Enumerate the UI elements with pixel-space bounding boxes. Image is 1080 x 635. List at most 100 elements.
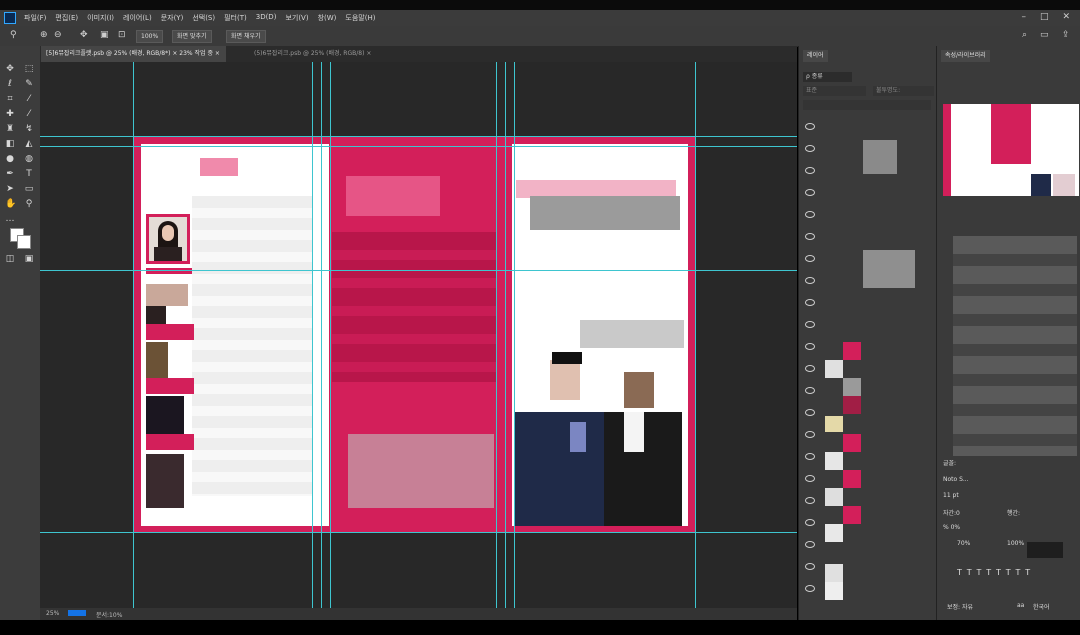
fill-screen-button[interactable]: 화면 채우기 [226, 30, 266, 43]
dodge-tool-icon[interactable]: ◍ [24, 154, 34, 164]
guide-vertical-6[interactable] [505, 62, 506, 608]
layer-visibility-icon[interactable] [805, 453, 815, 460]
language-select[interactable]: 한국어 [1033, 602, 1050, 611]
guide-horizontal-1[interactable] [40, 136, 797, 137]
font-size[interactable]: 11 pt [943, 492, 959, 499]
layer-visibility-icon[interactable] [805, 365, 815, 372]
layer-visibility-icon[interactable] [805, 497, 815, 504]
layer-visibility-icon[interactable] [805, 541, 815, 548]
close-button[interactable]: ✕ [1062, 12, 1070, 22]
opacity-field[interactable]: 불투명도: [873, 86, 934, 96]
tracking-field[interactable]: 자간:0 [943, 508, 960, 517]
eyedropper-icon[interactable]: ⁄ [24, 94, 34, 104]
guide-vertical-8[interactable] [695, 62, 696, 608]
layer-visibility-icon[interactable] [805, 145, 815, 152]
zoom-tool-icon[interactable]: ⚲ [10, 30, 17, 40]
quick-mask-icon[interactable]: ◫ [5, 254, 15, 264]
type-tool-icon[interactable]: T [24, 169, 34, 179]
menu-type[interactable]: 문자(Y) [161, 13, 184, 23]
baseline-field[interactable]: % 0% [943, 524, 960, 531]
healing-tool-icon[interactable]: ✚ [5, 109, 15, 119]
resize-windows-icon[interactable]: ✥ [80, 30, 88, 40]
stamp-tool-icon[interactable]: ♜ [5, 124, 15, 134]
properties-panel-tab[interactable]: 속성/라이브러리 [941, 50, 990, 62]
guide-vertical-3[interactable] [321, 62, 322, 608]
color-swatch[interactable] [1027, 542, 1063, 558]
guide-vertical-2[interactable] [312, 62, 313, 608]
layer-visibility-icon[interactable] [805, 431, 815, 438]
screen-mode-icon[interactable]: ▣ [24, 254, 34, 264]
more-tools-icon[interactable]: … [5, 214, 15, 224]
menu-filter[interactable]: 필터(T) [224, 13, 247, 23]
layer-visibility-icon[interactable] [805, 563, 815, 570]
layer-visibility-icon[interactable] [805, 277, 815, 284]
guide-vertical-7[interactable] [514, 62, 515, 608]
scale-field[interactable]: 70% [957, 540, 970, 547]
zoom-100-button[interactable]: 100% [136, 30, 164, 43]
zoom-in-icon[interactable]: ⊕ [40, 30, 48, 40]
guide-vertical-1[interactable] [133, 62, 134, 608]
text-style-buttons[interactable]: TTTTTTTT [957, 568, 1035, 577]
marquee-tool-icon[interactable]: ⬚ [24, 64, 34, 74]
layers-panel-tab[interactable]: 레이어 [803, 50, 828, 62]
guide-horizontal-3[interactable] [40, 270, 797, 271]
crop-tool-icon[interactable]: ⌗ [5, 94, 15, 104]
hand-tool-icon[interactable]: ✋ [5, 199, 16, 209]
zoom-tool-icon[interactable]: ⚲ [24, 199, 34, 209]
layer-visibility-icon[interactable] [805, 585, 815, 592]
guide-vertical-5[interactable] [496, 62, 497, 608]
maximize-button[interactable]: □ [1040, 12, 1049, 22]
layer-visibility-icon[interactable] [805, 211, 815, 218]
layer-kind-filter[interactable]: ρ 종류 [803, 72, 852, 82]
menu-window[interactable]: 창(W) [318, 13, 337, 23]
canvas-area[interactable] [40, 62, 797, 608]
minimize-button[interactable]: – [1021, 12, 1026, 22]
layer-visibility-icon[interactable] [805, 189, 815, 196]
layer-visibility-icon[interactable] [805, 321, 815, 328]
guide-horizontal-2[interactable] [40, 146, 797, 147]
hand-icon[interactable]: ⊡ [118, 30, 126, 40]
workspace-icon[interactable]: ▭ [1040, 30, 1049, 40]
zoom-out-icon[interactable]: ⊖ [54, 30, 62, 40]
search-icon[interactable]: ⌕ [1022, 30, 1027, 40]
layer-visibility-icon[interactable] [805, 233, 815, 240]
shape-tool-icon[interactable]: ▭ [24, 184, 34, 194]
menu-edit[interactable]: 편집(E) [55, 13, 78, 23]
guide-horizontal-4[interactable] [40, 532, 797, 533]
gradient-tool-icon[interactable]: ◭ [24, 139, 34, 149]
menu-select[interactable]: 선택(S) [192, 13, 215, 23]
scrubby-zoom-icon[interactable]: ▣ [100, 30, 109, 40]
scale-value[interactable]: 100% [1007, 540, 1024, 547]
menu-layer[interactable]: 레이어(L) [123, 13, 152, 23]
layer-visibility-icon[interactable] [805, 167, 815, 174]
menu-view[interactable]: 보기(V) [285, 13, 308, 23]
layer-visibility-icon[interactable] [805, 255, 815, 262]
menu-image[interactable]: 이미지(I) [87, 13, 114, 23]
layer-visibility-icon[interactable] [805, 343, 815, 350]
font-name[interactable]: Noto S... [943, 476, 969, 483]
pen-tool-icon[interactable]: ✒ [5, 169, 15, 179]
menu-file[interactable]: 파일(F) [24, 13, 46, 23]
menu-3d[interactable]: 3D(D) [256, 13, 277, 23]
fit-screen-button[interactable]: 화면 맞추기 [172, 30, 212, 43]
eraser-tool-icon[interactable]: ◧ [5, 139, 15, 149]
layer-visibility-icon[interactable] [805, 123, 815, 130]
share-icon[interactable]: ⇪ [1062, 30, 1070, 40]
quick-select-icon[interactable]: ✎ [24, 79, 34, 89]
antialias-select[interactable]: 보정: 자유 [947, 602, 973, 611]
layer-visibility-icon[interactable] [805, 519, 815, 526]
tab-document-1[interactable]: [5]6뮤잡리크플랫.psb @ 25% (배경, RGB/8*) × 23% … [40, 46, 226, 62]
layer-visibility-icon[interactable] [805, 387, 815, 394]
layer-visibility-icon[interactable] [805, 299, 815, 306]
layer-visibility-icon[interactable] [805, 475, 815, 482]
guide-vertical-4[interactable] [330, 62, 331, 608]
move-tool-icon[interactable]: ✥ [5, 64, 15, 74]
blend-mode-select[interactable]: 표준 [803, 86, 866, 96]
lasso-tool-icon[interactable]: ℓ [5, 79, 15, 89]
history-brush-icon[interactable]: ↯ [24, 124, 34, 134]
path-select-icon[interactable]: ➤ [5, 184, 15, 194]
layer-visibility-icon[interactable] [805, 409, 815, 416]
menu-help[interactable]: 도움말(H) [345, 13, 375, 23]
tab-document-2[interactable]: (5)6뮤잡리크.psb @ 25% (배경, RGB/8) × [248, 46, 377, 62]
status-zoom[interactable]: 25% [46, 610, 59, 617]
